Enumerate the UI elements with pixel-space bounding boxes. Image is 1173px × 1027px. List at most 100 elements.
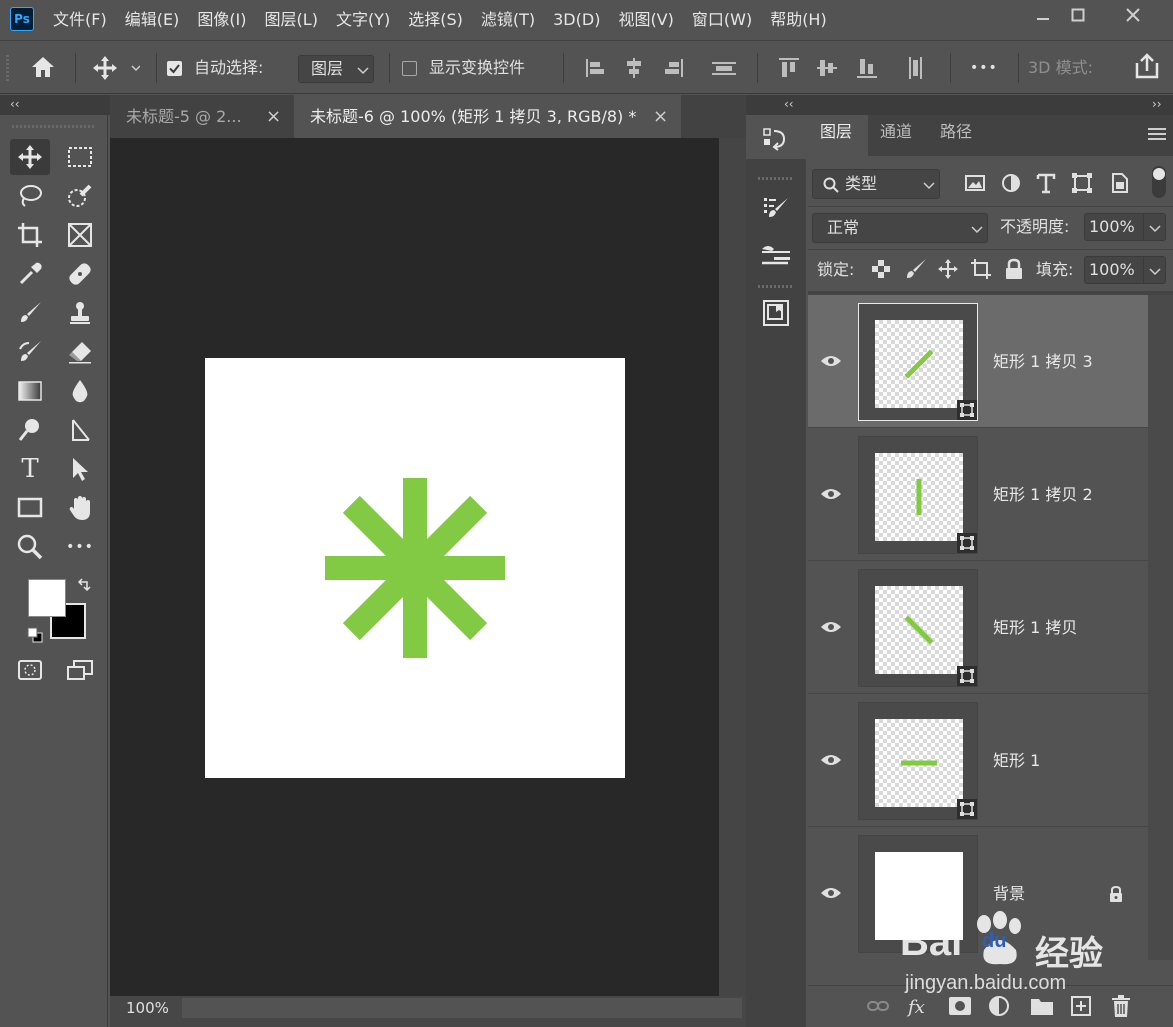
align-bottom-button[interactable]	[854, 55, 880, 81]
layer-row[interactable]: 矩形 1	[808, 694, 1148, 827]
align-top-button[interactable]	[776, 55, 802, 81]
align-right-button[interactable]	[660, 55, 686, 81]
healing-brush-tool[interactable]	[60, 256, 100, 292]
lasso-tool[interactable]	[10, 178, 50, 214]
dock-collapse-bar[interactable]: ‹‹	[746, 95, 806, 115]
clone-stamp-tool[interactable]	[60, 295, 100, 331]
menu-image[interactable]: 图像(I)	[188, 0, 255, 40]
panel-menu-button[interactable]	[1148, 127, 1166, 141]
panel-collapse-bar[interactable]: ››	[806, 95, 1173, 115]
fill-input[interactable]: 100%	[1084, 256, 1166, 284]
align-left-button[interactable]	[583, 55, 609, 81]
screen-mode-button[interactable]	[60, 652, 100, 688]
eyedropper-tool[interactable]	[10, 256, 50, 292]
layer-filter-dropdown[interactable]: 类型	[812, 169, 940, 199]
filter-smart-object-button[interactable]	[1108, 172, 1130, 194]
quick-select-tool[interactable]	[60, 178, 100, 214]
align-center-horizontal-button[interactable]	[621, 55, 647, 81]
swap-colors-button[interactable]	[76, 577, 92, 593]
zoom-level[interactable]: 100%	[126, 996, 169, 1020]
menu-window[interactable]: 窗口(W)	[683, 0, 761, 40]
move-tool-preset[interactable]	[92, 55, 140, 81]
menu-3d[interactable]: 3D(D)	[544, 0, 609, 40]
rectangle-tool[interactable]	[10, 490, 50, 526]
menu-select[interactable]: 选择(S)	[399, 0, 472, 40]
tab-channels[interactable]: 通道	[868, 115, 928, 156]
path-selection-tool[interactable]	[60, 451, 100, 487]
eye-icon[interactable]	[820, 885, 842, 901]
distribute-horizontal-button[interactable]	[710, 55, 738, 81]
lock-transparent-button[interactable]	[872, 260, 890, 278]
layers-scrollbar[interactable]	[1148, 295, 1173, 960]
align-middle-vertical-button[interactable]	[814, 55, 840, 81]
brush-presets-button[interactable]	[746, 233, 806, 277]
blur-tool[interactable]	[60, 373, 100, 409]
menu-filter[interactable]: 滤镜(T)	[472, 0, 544, 40]
eye-icon[interactable]	[820, 353, 842, 369]
pen-tool[interactable]	[60, 412, 100, 448]
share-button[interactable]	[1133, 53, 1161, 81]
horizontal-scrollbar[interactable]	[182, 998, 742, 1018]
canvas-area[interactable]	[110, 138, 719, 996]
opacity-input[interactable]: 100%	[1084, 213, 1166, 241]
link-icon[interactable]	[866, 998, 890, 1014]
blend-mode-dropdown[interactable]: 正常	[812, 213, 988, 243]
auto-select-checkbox[interactable]	[167, 61, 182, 76]
distribute-vertical-button[interactable]	[903, 55, 929, 81]
document-canvas[interactable]	[205, 358, 625, 778]
auto-select-target-dropdown[interactable]: 图层	[298, 55, 374, 83]
layer-row[interactable]: 矩形 1 拷贝 2	[808, 428, 1148, 561]
zoom-tool[interactable]	[10, 529, 50, 565]
menu-file[interactable]: 文件(F)	[44, 0, 116, 40]
lock-pixels-button[interactable]	[905, 258, 927, 280]
document-tab-active[interactable]: 未标题-6 @ 100% (矩形 1 拷贝 3, RGB/8) * ×	[294, 95, 681, 138]
eye-icon[interactable]	[820, 619, 842, 635]
lock-artboard-button[interactable]	[970, 258, 992, 280]
menu-type[interactable]: 文字(Y)	[327, 0, 399, 40]
more-options-button[interactable]: •••	[970, 41, 998, 95]
menu-edit[interactable]: 编辑(E)	[116, 0, 189, 40]
eye-icon[interactable]	[820, 752, 842, 768]
layer-row[interactable]: 矩形 1 拷贝 3	[808, 295, 1148, 428]
menu-view[interactable]: 视图(V)	[609, 0, 682, 40]
brush-settings-button[interactable]	[746, 187, 806, 231]
close-tab-button[interactable]: ×	[653, 95, 668, 138]
history-brush-tool[interactable]	[10, 334, 50, 370]
quick-mask-button[interactable]	[10, 652, 50, 688]
menu-help[interactable]: 帮助(H)	[761, 0, 836, 40]
filter-adjustment-button[interactable]	[1000, 172, 1022, 194]
filter-shape-button[interactable]	[1071, 172, 1093, 194]
lock-all-button[interactable]	[1004, 258, 1024, 280]
eye-icon[interactable]	[820, 486, 842, 502]
eraser-tool[interactable]	[60, 334, 100, 370]
lock-position-button[interactable]	[937, 258, 959, 280]
menu-layer[interactable]: 图层(L)	[256, 0, 327, 40]
default-colors-button[interactable]	[27, 627, 43, 643]
vertical-scrollbar[interactable]	[719, 138, 746, 996]
libraries-panel-button[interactable]	[746, 291, 806, 335]
gradient-tool[interactable]	[10, 373, 50, 409]
close-tab-button[interactable]: ×	[266, 95, 281, 138]
move-tool[interactable]	[10, 139, 50, 175]
more-tools-button[interactable]: •••	[60, 529, 100, 565]
show-transform-checkbox[interactable]	[402, 61, 417, 76]
close-window-button[interactable]	[1108, 0, 1158, 30]
brush-tool[interactable]	[10, 295, 50, 331]
filter-toggle-switch[interactable]	[1152, 166, 1166, 198]
layer-row[interactable]: 矩形 1 拷贝	[808, 561, 1148, 694]
marquee-tool[interactable]	[60, 139, 100, 175]
frame-tool[interactable]	[60, 217, 100, 253]
filter-pixel-button[interactable]	[964, 172, 986, 194]
filter-type-button[interactable]	[1035, 172, 1057, 194]
tab-layers[interactable]: 图层	[808, 115, 868, 156]
maximize-button[interactable]	[1053, 0, 1103, 30]
type-tool[interactable]: T	[10, 451, 50, 487]
crop-tool[interactable]	[10, 217, 50, 253]
tab-paths[interactable]: 路径	[928, 115, 988, 156]
home-button[interactable]	[30, 55, 56, 79]
history-panel-button[interactable]	[746, 115, 806, 159]
dodge-tool[interactable]	[10, 412, 50, 448]
hand-tool[interactable]	[60, 490, 100, 526]
toolbar-collapse-bar[interactable]: ‹‹	[0, 95, 110, 115]
document-tab-inactive[interactable]: 未标题-5 @ 2... ×	[110, 95, 294, 138]
